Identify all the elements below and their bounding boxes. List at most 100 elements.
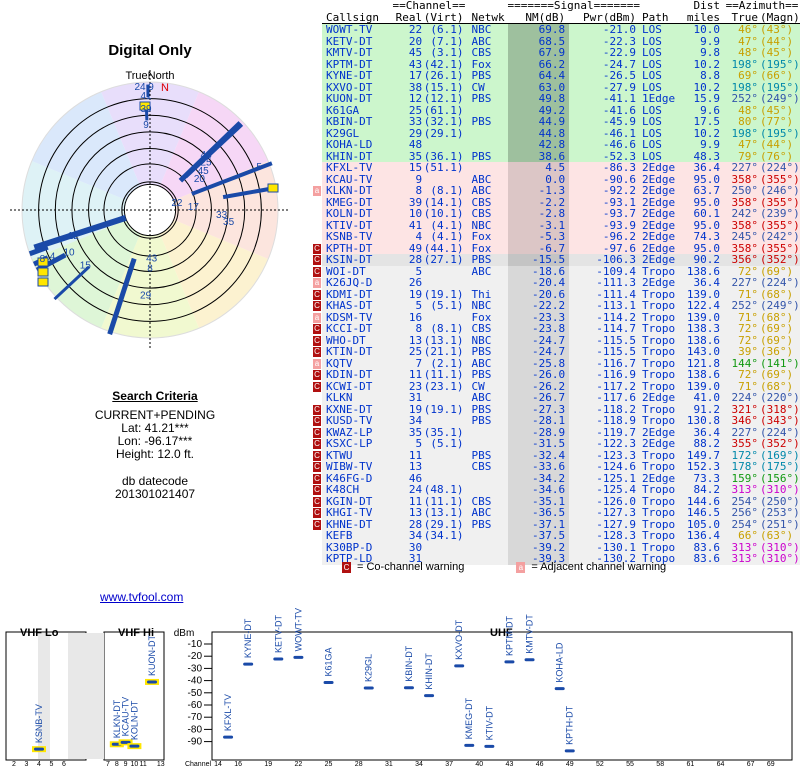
adjacent-channel-swatch: a (516, 561, 526, 573)
station-label: KFXL-TV (223, 694, 233, 731)
station-marker (293, 655, 304, 659)
station-row[interactable]: KSNB-TV 4 (4.1) Fox -5.3 -96.2 2Edge 74.3 245° (2… (322, 231, 800, 243)
station-row[interactable]: KSXC-LP 5 (5.1) -31.5 -122.3 2Edge 88.2 355° (35… (322, 438, 800, 450)
station-row[interactable]: KLKN-DT 8 (8.1) ABC -1.3 -92.2 2Edge 63.7 250° (2… (322, 185, 800, 197)
cell-callsign: K48CH (322, 484, 391, 496)
cell-pwr: -92.2 (569, 185, 640, 197)
station-marker (273, 657, 284, 661)
cell-nm: -2.8 (507, 208, 570, 220)
dbm-tick-label: -20 (188, 651, 203, 662)
cell-netwk: CBS (467, 47, 508, 59)
cell-magn-azimuth: (352°) (757, 253, 800, 266)
station-row[interactable]: KLKN 31 ABC -26.7 -117.6 2Edge 41.0 224° (220°) (322, 392, 800, 404)
station-row[interactable]: KMTV-DT 45 (3.1) CBS 67.9 -22.9 LOS 9.8 48° (45°) (322, 47, 800, 59)
cell-true-azimuth: 355° (724, 438, 758, 450)
cell-nm: -1.3 (507, 185, 570, 197)
cell-callsign: KBIN-DT (322, 116, 391, 128)
db-datecode-value: 201301021407 (114, 487, 196, 501)
station-row[interactable]: K26JQ-D 26 -20.4 -111.3 2Edge 36.4 227° (224°) (322, 277, 800, 289)
station-row[interactable]: KCCI-DT 8 (8.1) CBS -23.8 -114.7 Tropo 138.3 72°… (322, 323, 800, 335)
page-title: Digital Only (108, 42, 192, 59)
cell-real: 33 (390, 116, 423, 128)
channel-tick-label: 55 (626, 761, 634, 768)
station-marker (504, 660, 515, 664)
station-row[interactable]: KEFB 34 (34.1) -37.5 -128.3 Tropo 136.4 66° (63°… (322, 530, 800, 542)
cell-netwk: PBS (467, 116, 508, 128)
cell-pwr: -41.1 (569, 93, 640, 105)
cell-pwr: -86.3 (569, 162, 640, 174)
polar-channel-label: 5 (256, 162, 262, 173)
cell-magn-azimuth: (246°) (757, 184, 800, 197)
cell-netwk (467, 277, 508, 289)
cell-dist: 10.0 (681, 23, 724, 36)
cell-virt: (8.1) (422, 323, 468, 335)
station-label: KMEG-DT (464, 697, 474, 739)
cell-callsign: KUSD-TV (322, 415, 391, 427)
cell-virt (422, 265, 468, 277)
cell-dist: 136.4 (681, 530, 724, 542)
station-row[interactable]: KOLN-DT 10 (10.1) CBS -2.8 -93.7 2Edge 60.1 242°… (322, 208, 800, 220)
cell-virt: (34.1) (422, 530, 468, 542)
cell-real: 31 (390, 392, 423, 404)
cell-nm: -15.5 (507, 254, 570, 266)
cell-nm: 44.9 (507, 116, 570, 128)
station-row[interactable]: KYNE-DT 17 (26.1) PBS 64.4 -26.5 LOS 8.8 69° (66°… (322, 70, 800, 82)
cell-dist: 143.0 (681, 346, 724, 358)
cell-netwk: ABC (467, 507, 508, 519)
col-nm: NM(dB) (525, 10, 566, 24)
cell-callsign: KSNB-TV (322, 231, 391, 243)
station-row[interactable]: KTIN-DT 25 (21.1) PBS -24.7 -115.5 Tropo 143.0 3… (322, 346, 800, 358)
station-row[interactable]: WOWT-TV 22 (6.1) NBC 69.8 -21.0 LOS 10.0 46° (43°… (322, 23, 800, 36)
polar-channel-label: 8 (147, 264, 153, 275)
cell-pwr: -127.3 (569, 507, 640, 519)
cell-path: 2Edge (639, 392, 682, 404)
cell-path: LOS (639, 139, 682, 151)
cell-virt: (6.1) (422, 23, 468, 36)
cell-nm: 67.9 (507, 47, 570, 59)
cell-nm: -23.8 (507, 323, 570, 335)
dbm-tick-label: -70 (188, 712, 203, 723)
cell-virt: (5.1) (422, 438, 468, 450)
station-row[interactable]: KHGI-TV 13 (13.1) ABC -36.5 -127.3 Tropo 146.5 2… (322, 507, 800, 519)
co-channel-warning-badge: C (313, 508, 321, 518)
polar-channel-label: 17 (188, 202, 200, 213)
north-marker: N (161, 82, 169, 94)
channel-tick-label: 8 (115, 761, 119, 768)
adjacent-channel-label: = Adjacent channel warning (531, 561, 667, 573)
station-row[interactable]: KDIN-DT 11 (11.1) PBS -26.0 -116.9 Tropo 138.6 7… (322, 369, 800, 381)
cell-path: 2Edge (639, 254, 682, 266)
station-row[interactable]: KFXL-TV 15 (51.1) 4.5 -86.3 2Edge 36.4 227° (224… (322, 162, 800, 174)
station-row[interactable]: KBIN-DT 33 (32.1) PBS 44.9 -45.9 LOS 17.5 80° (77… (322, 116, 800, 128)
criteria-height: Height: 12.0 ft. (115, 447, 195, 461)
cell-magn-azimuth: (224°) (757, 276, 800, 289)
cell-pwr: -46.6 (569, 139, 640, 151)
station-row[interactable]: KOHA-LD 48 42.8 -46.6 LOS 9.9 47° (44°) (322, 139, 800, 151)
channel-tick-label: 25 (325, 761, 333, 768)
cell-real: 34 (390, 415, 423, 427)
cell-magn-azimuth: (43°) (757, 23, 800, 36)
tvfool-link[interactable]: www.tvfool.com (100, 590, 183, 604)
cell-path: Tropo (639, 530, 682, 542)
station-row[interactable]: KHAS-DT 5 (5.1) NBC -22.2 -113.1 Tropo 122.4 252… (322, 300, 800, 312)
channel-tick-label: 14 (214, 761, 222, 768)
cell-path: LOS (639, 116, 682, 128)
station-row[interactable]: KSIN-DT 28 (27.1) PBS -15.5 -106.3 2Edge 90.2 35… (322, 254, 800, 266)
station-row[interactable]: K48CH 24 (48.1) -34.6 -125.4 Tropo 84.2 313° (31… (322, 484, 800, 496)
station-label: KSNB-TV (34, 704, 44, 743)
station-row[interactable]: WIBW-TV 13 CBS -33.6 -124.6 Tropo 152.3 178° (17… (322, 461, 800, 473)
channel-tick-label: 2 (12, 761, 16, 768)
cell-netwk (467, 541, 508, 553)
cell-netwk: PBS (467, 93, 508, 105)
station-label: WOWT-TV (293, 608, 303, 651)
cell-nm: -34.6 (507, 484, 570, 496)
cell-path: Tropo (639, 346, 682, 358)
cell-path: 2Edge (639, 185, 682, 197)
col-netwk: Netwk (471, 10, 505, 24)
cell-real: 11 (390, 369, 423, 381)
cell-dist: 74.3 (681, 231, 724, 243)
station-row[interactable]: KUON-DT 12 (12.1) PBS 49.8 -41.1 1Edge 15.9 252°… (322, 93, 800, 105)
co-channel-warning-badge: C (313, 301, 321, 311)
cell-dist: 41.0 (681, 392, 724, 404)
co-channel-warning-badge: C (313, 450, 321, 461)
station-row[interactable]: KUSD-TV 34 PBS -28.1 -118.9 Tropo 130.8 346° (34… (322, 415, 800, 427)
